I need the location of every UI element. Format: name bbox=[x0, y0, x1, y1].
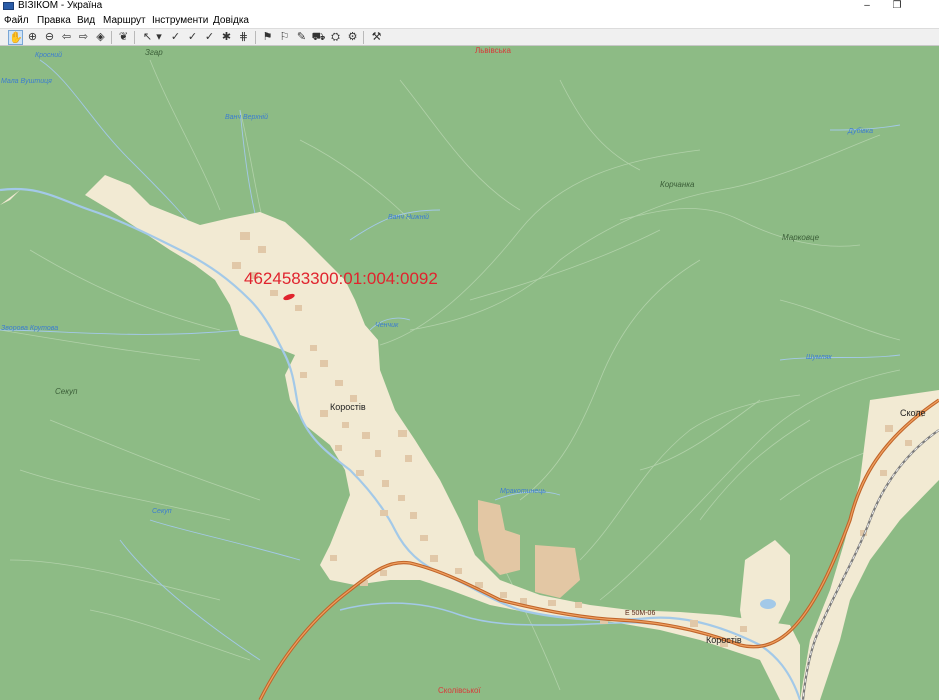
map-view[interactable]: 4624583300:01:004:0092 Коростів Коростів… bbox=[0, 46, 939, 700]
peak-label-zgar: Згар bbox=[145, 48, 163, 57]
pan-tool-button[interactable]: ✋ bbox=[8, 30, 23, 45]
menu-view[interactable]: Вид bbox=[77, 13, 95, 28]
menu-file[interactable]: Файл bbox=[4, 13, 29, 28]
stream-label-malo-vyshnia: Мала Вуштиця bbox=[1, 78, 52, 85]
map-canvas bbox=[0, 46, 939, 700]
peak-label-korchanka: Корчанка bbox=[660, 180, 695, 189]
top-road-label: Львівська bbox=[475, 46, 511, 55]
stream-label-mrakotynets: Мракотинець bbox=[500, 488, 546, 495]
menu-route[interactable]: Маршрут bbox=[103, 13, 146, 28]
route-via-button[interactable]: ✓ bbox=[185, 30, 200, 45]
stream-label-krosnyi: Кросний bbox=[35, 52, 63, 59]
town-label-skole: Сколе bbox=[900, 408, 926, 418]
town-label-korostiv-2: Коростів bbox=[706, 635, 742, 645]
peak-label-markovtse: Марковце bbox=[782, 233, 820, 242]
pond bbox=[760, 599, 776, 609]
settings-button[interactable]: ⚒ bbox=[369, 30, 384, 45]
route-clear-button[interactable]: ✱ bbox=[219, 30, 234, 45]
poi-button-3[interactable]: ✎ bbox=[294, 30, 309, 45]
stream-label-shumlyak: Шумляк bbox=[806, 354, 832, 361]
menu-bar: Файл Правка Вид Маршрут Інструменти Дові… bbox=[0, 13, 939, 28]
poi-button-2[interactable]: ⚐ bbox=[277, 30, 292, 45]
poi-button-6[interactable]: ⚙ bbox=[345, 30, 360, 45]
locate-button[interactable]: ❦ bbox=[116, 30, 131, 45]
town-label-korostiv: Коростів bbox=[330, 402, 366, 412]
poi-button-5[interactable]: ⛭ bbox=[328, 30, 343, 45]
toolbar-separator bbox=[134, 31, 135, 44]
menu-help[interactable]: Довідка bbox=[213, 13, 249, 28]
route-options-button[interactable]: ⋕ bbox=[236, 30, 251, 45]
toolbar-separator bbox=[255, 31, 256, 44]
restore-button[interactable]: ❐ bbox=[882, 0, 912, 12]
road-shield-label: Е 50М-06 bbox=[625, 610, 656, 617]
stream-label-dubovka: Дубівка bbox=[848, 128, 874, 135]
route-start-button[interactable]: ✓ bbox=[168, 30, 183, 45]
full-extent-button[interactable]: ◈ bbox=[93, 30, 108, 45]
menu-edit[interactable]: Правка bbox=[37, 13, 71, 28]
stream-label-sekup: Секуп bbox=[152, 508, 172, 515]
stream-label-zvorova: Зворова Крутова bbox=[1, 325, 59, 332]
bottom-road-label: Сколівської bbox=[438, 686, 481, 695]
minimize-button[interactable]: – bbox=[852, 0, 882, 12]
peak-label-sekup: Секуп bbox=[55, 387, 78, 396]
stream-label-vanch-nyzh: Ванч Нижній bbox=[388, 214, 430, 221]
toolbar-separator bbox=[111, 31, 112, 44]
stream-label-vanch-verkh: Ванч Верхній bbox=[225, 114, 269, 121]
select-dropdown-button[interactable]: ▾ bbox=[154, 30, 164, 45]
cadastral-number-label[interactable]: 4624583300:01:004:0092 bbox=[244, 269, 438, 289]
zoom-in-button[interactable]: ⊕ bbox=[25, 30, 40, 45]
window-title: ВІЗІКОМ - Україна bbox=[18, 0, 103, 11]
route-end-button[interactable]: ✓ bbox=[202, 30, 217, 45]
menu-tools[interactable]: Інструменти bbox=[152, 13, 208, 28]
back-button[interactable]: ⇦ bbox=[59, 30, 74, 45]
zoom-out-button[interactable]: ⊖ bbox=[42, 30, 57, 45]
title-bar: ВІЗІКОМ - Україна – ❐ bbox=[0, 0, 939, 12]
stream-label-chenchik: Ченчик bbox=[375, 322, 399, 329]
forward-button[interactable]: ⇨ bbox=[76, 30, 91, 45]
poi-button-1[interactable]: ⚑ bbox=[260, 30, 275, 45]
select-button[interactable]: ↖ bbox=[140, 30, 155, 45]
app-icon bbox=[3, 2, 14, 10]
toolbar-separator bbox=[363, 31, 364, 44]
toolbar: ✋ ⊕ ⊖ ⇦ ⇨ ◈ ❦ ↖ ▾ ✓ ✓ ✓ ✱ ⋕ ⚑ ⚐ ✎ ⛟ ⛭ ⚙ … bbox=[0, 28, 939, 46]
poi-button-4[interactable]: ⛟ bbox=[311, 30, 326, 45]
